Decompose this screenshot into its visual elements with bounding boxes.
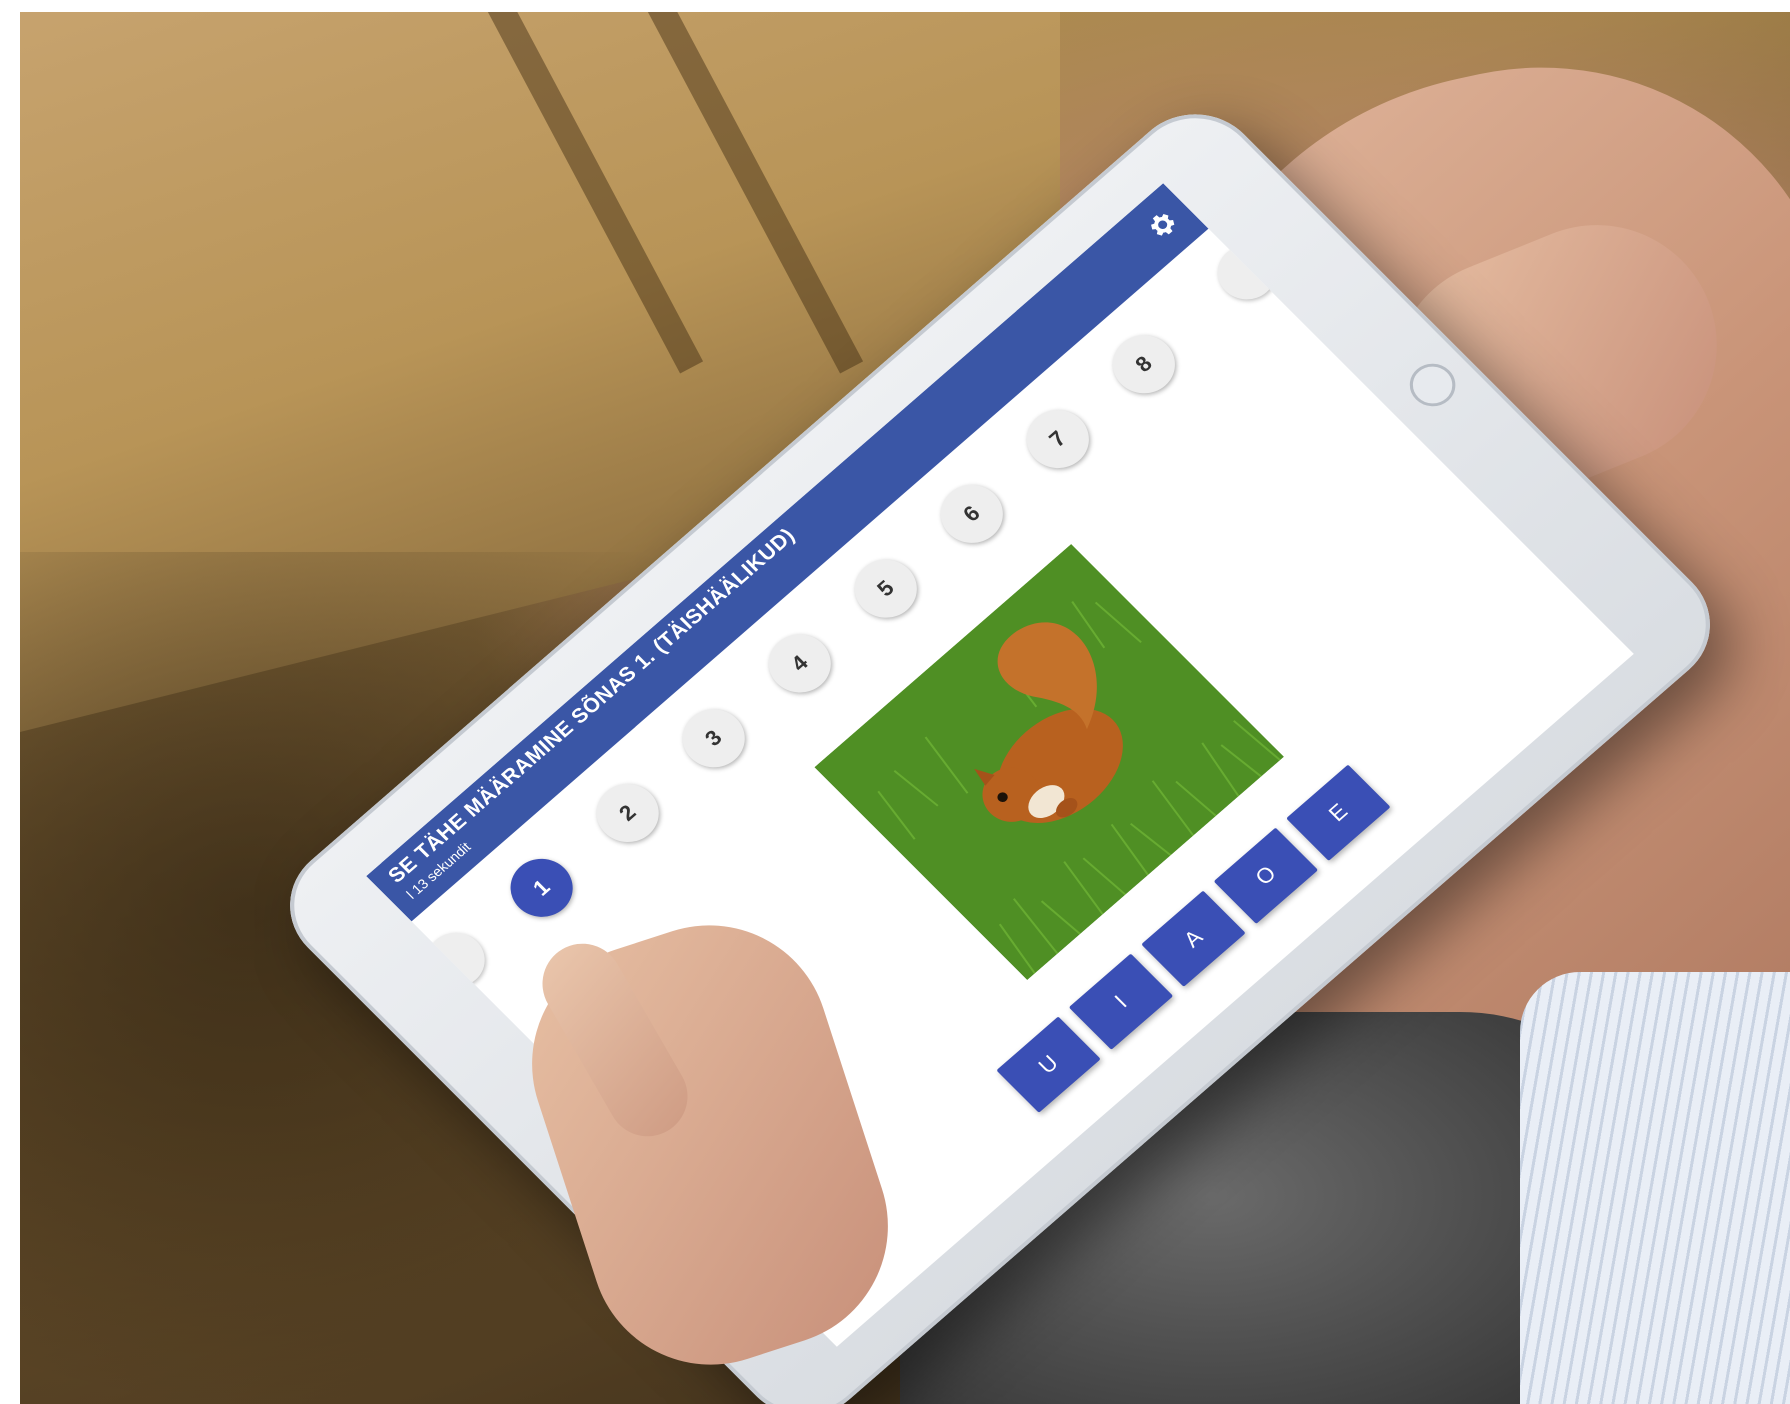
step-button-2[interactable]: 2 <box>583 772 672 855</box>
step-button-8[interactable]: 8 <box>1099 323 1188 406</box>
home-button[interactable] <box>1400 354 1465 416</box>
step-button-4[interactable]: 4 <box>755 622 844 705</box>
step-button-7[interactable]: 7 <box>1013 398 1102 481</box>
step-button-5[interactable]: 5 <box>841 547 930 630</box>
striped-shirt <box>1520 972 1790 1404</box>
answer-button-a[interactable]: A <box>1141 890 1246 987</box>
previous-page-button[interactable] <box>414 921 497 999</box>
answer-button-o[interactable]: O <box>1213 827 1319 924</box>
step-button-6[interactable]: 6 <box>927 472 1016 555</box>
next-page-button[interactable] <box>1205 234 1288 311</box>
answer-button-u[interactable]: U <box>996 1016 1101 1113</box>
answer-button-e[interactable]: E <box>1286 764 1391 861</box>
step-button-1[interactable]: 1 <box>497 846 586 929</box>
step-button-3[interactable]: 3 <box>669 697 758 780</box>
answer-button-i[interactable]: I <box>1068 953 1174 1050</box>
